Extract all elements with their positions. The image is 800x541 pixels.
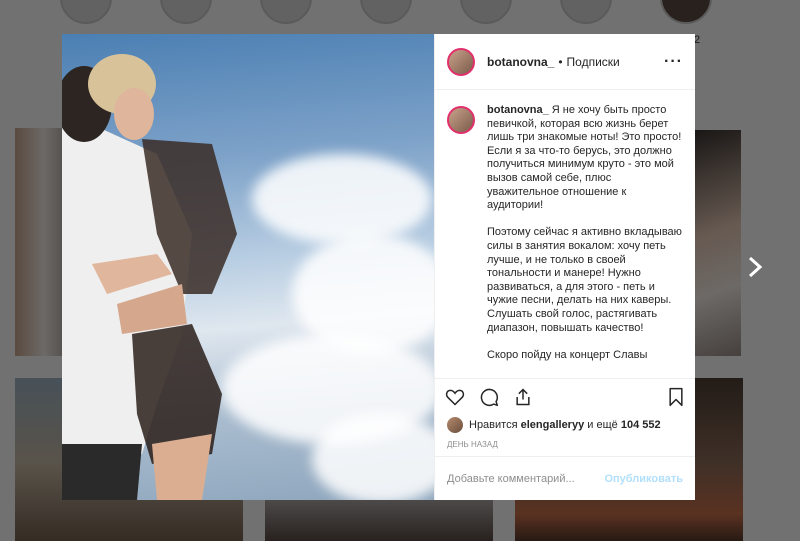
- following-button[interactable]: Подписки: [567, 55, 620, 69]
- bookmark-icon[interactable]: [667, 387, 685, 407]
- post-timestamp[interactable]: ДЕНЬ НАЗАД: [435, 436, 695, 456]
- header-separator: •: [558, 54, 563, 69]
- comment-icon[interactable]: [479, 387, 499, 407]
- couple-figure: [62, 54, 237, 500]
- post-modal: botanovna_ • Подписки ··· botanovna_ Я н…: [62, 34, 695, 500]
- caption-text: Я не хочу быть просто певичкой, которая …: [487, 104, 682, 361]
- heart-icon[interactable]: [445, 387, 465, 407]
- post-photo[interactable]: [62, 34, 434, 500]
- likes-prefix: Нравится: [469, 419, 518, 431]
- avatar[interactable]: [447, 106, 475, 134]
- likes-count[interactable]: 104 552: [621, 419, 661, 431]
- likes-line: Нравится elengalleryy и ещё 104 552: [435, 414, 695, 436]
- likes-conj: и ещё: [587, 419, 618, 431]
- post-header: botanovna_ • Подписки ···: [435, 34, 695, 90]
- author-username[interactable]: botanovna_: [487, 55, 554, 69]
- chevron-right-icon[interactable]: [748, 256, 768, 280]
- post-side-panel: botanovna_ • Подписки ··· botanovna_ Я н…: [434, 34, 695, 500]
- comment-input[interactable]: [447, 472, 605, 485]
- comment-bar: Опубликовать: [435, 456, 695, 500]
- action-bar: [435, 378, 695, 414]
- share-icon[interactable]: [513, 387, 533, 407]
- caption-username[interactable]: botanovna_: [487, 104, 549, 116]
- liker-username[interactable]: elengalleryy: [521, 419, 585, 431]
- avatar[interactable]: [447, 417, 463, 433]
- avatar[interactable]: [447, 47, 475, 76]
- caption-section: botanovna_ Я не хочу быть просто певичко…: [435, 90, 695, 378]
- caption-text-block: botanovna_ Я не хочу быть просто певичко…: [487, 104, 683, 378]
- more-options-icon[interactable]: ···: [664, 53, 683, 71]
- publish-button[interactable]: Опубликовать: [604, 473, 683, 485]
